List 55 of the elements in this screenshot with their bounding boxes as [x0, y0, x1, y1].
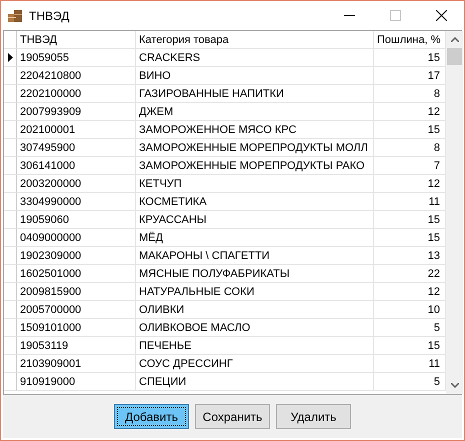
table-cell: 2204210800 [17, 67, 136, 85]
table-cell: ДЖЕМ [136, 103, 374, 121]
action-button[interactable]: Сохранить [195, 404, 270, 429]
maximize-icon [390, 10, 400, 21]
minimize-icon [344, 15, 354, 16]
table-cell: 1602501000 [17, 265, 136, 283]
table-cell: 307495900 [17, 139, 136, 157]
table-cell: 2009815900 [17, 283, 136, 301]
table-cell: КРУАССАНЫ [136, 211, 374, 229]
table-cell: ЗАМОРОЖЕННЫЕ МОРЕПРОДУКТЫ МОЛЛ [136, 139, 374, 157]
table-cell: 19053119 [17, 337, 136, 355]
table-cell: 2202100000 [17, 85, 136, 103]
action-button[interactable]: Добавить [114, 404, 189, 429]
table-cell: ОЛИВКИ [136, 301, 374, 319]
table-cell: 910919000 [17, 373, 136, 391]
table-cell: ПЕЧЕНЬЕ [136, 337, 374, 355]
row-header[interactable] [4, 49, 17, 67]
table-cell: 2003200000 [17, 175, 136, 193]
table-cell: 19059055 [17, 49, 136, 67]
window-title: ТНВЭД [29, 8, 70, 22]
action-button[interactable]: Удалить [276, 404, 351, 429]
table-cell: 2007993909 [17, 103, 136, 121]
scroll-thumb[interactable] [447, 48, 462, 65]
table-cell: CRACKERS [136, 49, 374, 67]
table-cell: 306141000 [17, 157, 136, 175]
table-cell: 3304990000 [17, 193, 136, 211]
table-cell: 1902309000 [17, 247, 136, 265]
table-cell: ЗАМОРОЖЕННЫЕ МОРЕПРОДУКТЫ РАКО [136, 157, 374, 175]
table-cell: КЕТЧУП [136, 175, 374, 193]
table-cell: МЯСНЫЕ ПОЛУФАБРИКАТЫ [136, 265, 374, 283]
table-cell: 19059060 [17, 211, 136, 229]
table-cell: МАКАРОНЫ \ СПАГЕТТИ [136, 247, 374, 265]
table-cell: ГАЗИРОВАННЫЕ НАПИТКИ [136, 85, 374, 103]
table-cell: 2005700000 [17, 301, 136, 319]
column-header[interactable]: ТНВЭД [17, 31, 136, 49]
table-cell: НАТУРАЛЬНЫЕ СОКИ [136, 283, 374, 301]
table-cell: 0409000000 [17, 229, 136, 247]
table-cell: МЁД [136, 229, 374, 247]
scroll-up-icon[interactable] [450, 37, 458, 42]
table-cell: СПЕЦИИ [136, 373, 374, 391]
column-header[interactable]: Категория товара [136, 31, 374, 49]
table-cell: СОУС ДРЕССИНГ [136, 355, 374, 373]
scrollbar[interactable] [446, 31, 463, 394]
close-icon [436, 10, 446, 21]
table-cell: ВИНО [136, 67, 374, 85]
table-cell: 1509101000 [17, 319, 136, 337]
current-row-icon [8, 53, 12, 62]
table-cell: КОСМЕТИКА [136, 193, 374, 211]
table-cell: ОЛИВКОВОЕ МАСЛО [136, 319, 374, 337]
table-cell: ЗАМОРОЖЕННОЕ МЯСО КРС [136, 121, 374, 139]
column-header[interactable]: Пошлина, % [374, 31, 446, 49]
table-cell: 202100001 [17, 121, 136, 139]
boxes-icon [7, 8, 23, 24]
table-cell: 2103909001 [17, 355, 136, 373]
scroll-down-icon[interactable] [450, 383, 458, 388]
